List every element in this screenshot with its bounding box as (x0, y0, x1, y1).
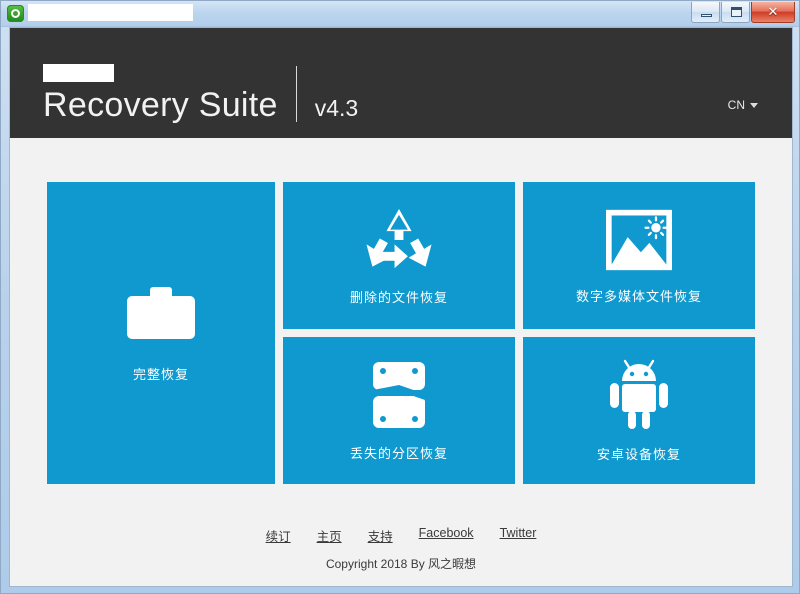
brand-block: Recovery Suite v4.3 (43, 64, 359, 124)
app-header: Recovery Suite v4.3 CN (10, 28, 792, 138)
footer-link-facebook[interactable]: Facebook (419, 526, 474, 545)
window-title-redacted (28, 4, 193, 21)
recycle-icon (361, 206, 437, 274)
client-area: Recovery Suite v4.3 CN 完整恢复 删除的文件恢复 丢失的分… (9, 27, 793, 587)
maximize-icon (731, 7, 742, 17)
window-titlebar[interactable]: ✕ (1, 1, 799, 27)
tile-label: 完整恢复 (132, 367, 189, 382)
app-logo-icon (7, 5, 24, 22)
tile-label: 安卓设备恢复 (596, 446, 681, 462)
application-window: ✕ Recovery Suite v4.3 CN 完整恢复 删除的文件恢复 丢失… (0, 0, 800, 594)
version-label: v4.3 (314, 95, 359, 121)
tile-label: 删除的文件恢复 (349, 289, 448, 305)
tile-column-middle: 删除的文件恢复 丢失的分区恢复 (283, 182, 515, 484)
minimize-icon (701, 14, 712, 17)
maximize-button[interactable] (721, 2, 750, 23)
broken-disk-icon (370, 360, 428, 430)
copyright-text: Copyright 2018 By 风之暇想 (325, 557, 477, 571)
close-button[interactable]: ✕ (751, 2, 795, 23)
tile-deleted-file-recovery[interactable]: 删除的文件恢复 (283, 182, 515, 329)
language-selector[interactable]: CN (728, 98, 758, 112)
tile-android-device-recovery[interactable]: 安卓设备恢复 (523, 337, 755, 484)
tile-digital-media-recovery[interactable]: 数字多媒体文件恢复 (523, 182, 755, 329)
footer-link-home[interactable]: 主页 (317, 526, 342, 545)
photo-icon (604, 207, 674, 273)
recovery-mode-tiles: 完整恢复 删除的文件恢复 丢失的分区恢复 数字多媒体文件恢复 安卓设备恢复 (47, 182, 755, 484)
brand-divider (295, 66, 297, 122)
chevron-down-icon (750, 102, 758, 108)
tile-label: 数字多媒体文件恢复 (575, 288, 702, 304)
minimize-button[interactable] (691, 2, 720, 23)
page-title: Recovery Suite (43, 86, 278, 124)
language-label: CN (727, 98, 745, 112)
footer: 续订 主页 支持 Facebook Twitter Copyright 2018… (10, 526, 792, 572)
folder-icon (123, 283, 199, 345)
tile-label: 丢失的分区恢复 (349, 445, 448, 461)
footer-links: 续订 主页 支持 Facebook Twitter (10, 526, 792, 545)
android-icon (608, 359, 670, 431)
tile-column-right: 数字多媒体文件恢复 安卓设备恢复 (523, 182, 755, 484)
footer-link-renew[interactable]: 续订 (266, 526, 291, 545)
window-controls: ✕ (691, 2, 795, 23)
footer-link-support[interactable]: 支持 (368, 526, 393, 545)
tile-lost-partition-recovery[interactable]: 丢失的分区恢复 (283, 337, 515, 484)
tile-full-recovery[interactable]: 完整恢复 (47, 182, 275, 484)
footer-link-twitter[interactable]: Twitter (500, 526, 537, 545)
close-icon: ✕ (767, 4, 779, 19)
brand-logo-redacted (43, 64, 114, 82)
brand-name-group: Recovery Suite (43, 64, 296, 124)
